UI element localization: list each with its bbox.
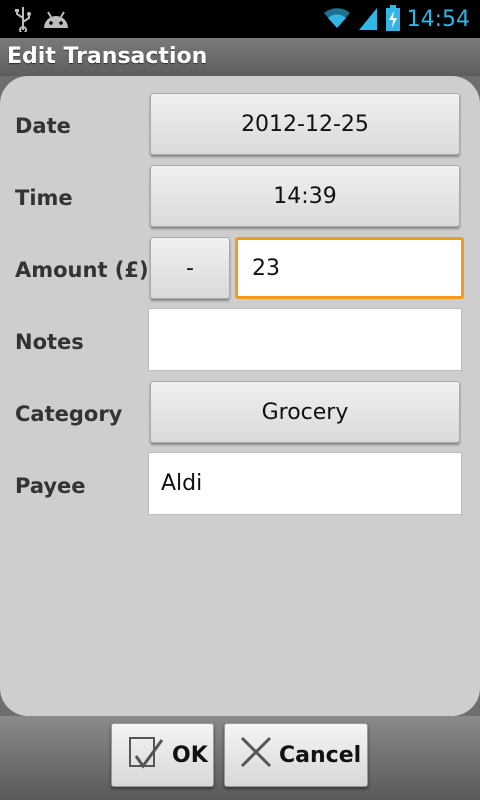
payee-input[interactable]: Aldi	[148, 452, 462, 515]
status-time: 14:54	[406, 7, 470, 32]
status-bar: 14:54	[0, 0, 480, 38]
dialog-title: Edit Transaction	[0, 38, 480, 76]
time-label: Time	[15, 186, 73, 210]
notes-input[interactable]	[148, 308, 462, 371]
usb-icon	[14, 6, 32, 36]
signal-icon	[357, 6, 379, 34]
android-icon	[42, 8, 70, 34]
category-button[interactable]: Grocery	[150, 381, 460, 443]
close-x-icon	[239, 735, 273, 775]
cancel-button[interactable]: Cancel	[224, 723, 368, 787]
checkbox-check-icon	[126, 732, 166, 778]
battery-charging-icon	[385, 4, 401, 36]
cancel-label: Cancel	[279, 742, 362, 768]
amount-sign-button[interactable]: -	[150, 237, 230, 299]
amount-label: Amount (£)	[15, 258, 149, 282]
ok-button[interactable]: OK	[111, 723, 214, 787]
date-button[interactable]: 2012-12-25	[150, 93, 460, 155]
amount-input[interactable]: 23	[235, 237, 464, 299]
date-label: Date	[15, 114, 71, 138]
ok-label: OK	[172, 742, 208, 768]
payee-label: Payee	[15, 474, 86, 498]
action-bar: OK Cancel	[0, 716, 480, 800]
time-button[interactable]: 14:39	[150, 165, 460, 227]
category-label: Category	[15, 402, 123, 426]
wifi-icon	[323, 6, 351, 34]
notes-label: Notes	[15, 330, 84, 354]
